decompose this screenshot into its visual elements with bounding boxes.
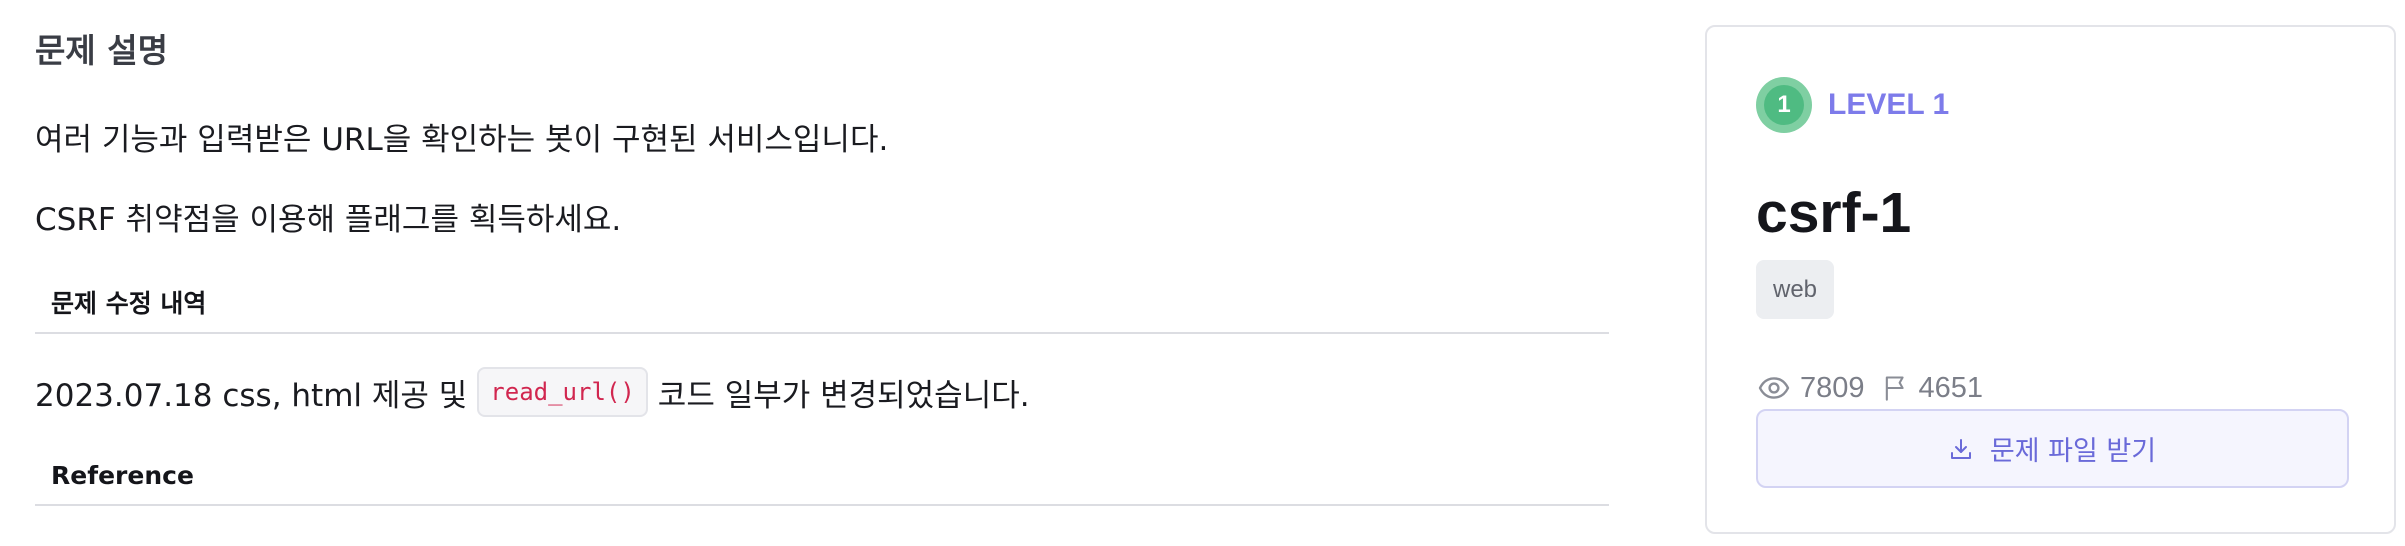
reference-header-label: Reference: [51, 461, 194, 490]
reference-table-header: Reference: [35, 448, 1609, 506]
section-title: 문제 설명: [35, 31, 168, 70]
category-tag[interactable]: web: [1756, 260, 1835, 319]
level-badge: 1: [1756, 77, 1812, 133]
eye-icon: [1758, 372, 1790, 404]
challenge-card: 1 LEVEL 1 csrf-1 web 7809 4651 문제 파일 받기: [1705, 25, 2396, 534]
level-number: 1: [1764, 85, 1804, 125]
changelog-header-label: 문제 수정 내역: [51, 289, 207, 318]
download-files-button[interactable]: 문제 파일 받기: [1756, 409, 2349, 488]
download-label: 문제 파일 받기: [1989, 436, 2157, 467]
changelog-table-header: 문제 수정 내역: [35, 276, 1609, 334]
level-label: LEVEL 1: [1828, 88, 1950, 121]
view-count: 7809: [1800, 371, 1865, 404]
changelog-text: 2023.07.18 css, html 제공 및: [35, 377, 468, 414]
download-icon: [1949, 437, 1973, 461]
inline-code: read_url(): [477, 367, 648, 417]
changelog-row: 2023.07.18 css, html 제공 및 read_url() 코드 …: [35, 366, 1030, 418]
solve-count: 4651: [1918, 371, 1984, 404]
flag-icon: [1881, 373, 1909, 403]
description-paragraph: CSRF 취약점을 이용해 플래그를 획득하세요.: [35, 202, 622, 238]
challenge-stats: 7809 4651: [1758, 368, 1983, 408]
level-indicator: 1 LEVEL 1: [1756, 77, 1949, 133]
changelog-text: 코드 일부가 변경되었습니다.: [657, 377, 1030, 414]
challenge-title: csrf-1: [1756, 181, 1912, 245]
description-paragraph: 여러 기능과 입력받은 URL을 확인하는 봇이 구현된 서비스입니다.: [35, 122, 889, 158]
